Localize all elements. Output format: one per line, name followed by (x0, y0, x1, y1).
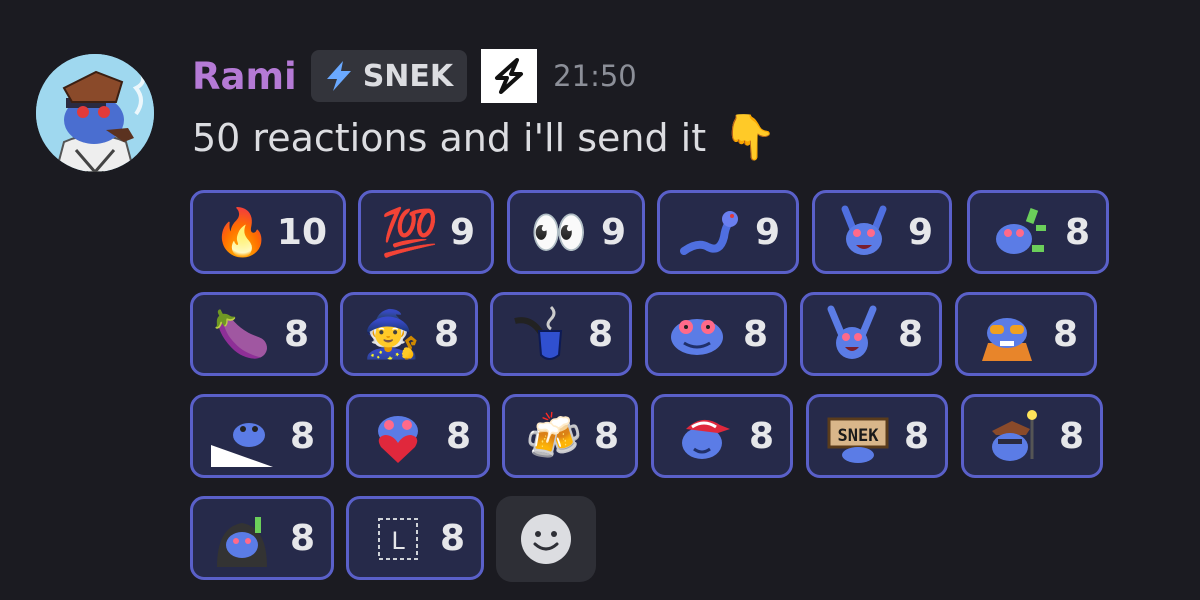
reaction-frog-hoodie[interactable]: 8 (190, 496, 334, 580)
reaction-count: 8 (289, 517, 315, 559)
reaction-count: 8 (1064, 211, 1090, 253)
guild-badge-icon[interactable] (481, 49, 538, 103)
reaction-count: 9 (600, 211, 626, 253)
mage-icon: 🧙 (363, 307, 421, 361)
reaction-frog-arms-up[interactable]: 8 (800, 292, 942, 376)
l-box-emoji-icon: L (367, 507, 429, 569)
reaction-count: 9 (449, 211, 475, 253)
reaction-fire[interactable]: 🔥 10 (190, 190, 346, 274)
reaction-frog-cheer[interactable]: 9 (812, 190, 952, 274)
reaction-eggplant[interactable]: 🍆 8 (190, 292, 328, 376)
reaction-count: 9 (754, 211, 780, 253)
eggplant-icon: 🍆 (213, 307, 271, 361)
reaction-frog-sunglasses[interactable]: 8 (955, 292, 1097, 376)
reaction-frog-wizard[interactable]: 8 (961, 394, 1103, 478)
reaction-count: 8 (289, 415, 315, 457)
reaction-count: 8 (445, 415, 471, 457)
reaction-frog-cap[interactable]: 8 (651, 394, 793, 478)
reaction-count: 8 (593, 415, 619, 457)
snek-sign-text: SNEK (838, 426, 880, 446)
username[interactable]: Rami (192, 55, 297, 98)
reaction-frog-heart[interactable]: 8 (346, 394, 490, 478)
reaction-snake[interactable]: 9 (657, 190, 799, 274)
reaction-count: 8 (742, 313, 768, 355)
reaction-count: 8 (897, 313, 923, 355)
pointing-down-icon: 👇 (722, 112, 777, 163)
eyes-icon: 👀 (530, 205, 588, 259)
frog-arms-up-emoji-icon (821, 303, 883, 365)
reaction-l-box[interactable]: L 8 (346, 496, 484, 580)
frog-cheer-emoji-icon (833, 201, 895, 263)
server-tag[interactable]: SNEK (310, 50, 468, 102)
snek-sign-emoji-icon: SNEK (827, 405, 889, 467)
reaction-count: 8 (1058, 415, 1084, 457)
user-avatar[interactable] (36, 54, 154, 172)
reaction-mage[interactable]: 🧙 8 (340, 292, 478, 376)
snake-emoji-icon (678, 201, 740, 263)
frog-cap-emoji-icon (672, 405, 734, 467)
reaction-count: 8 (439, 517, 465, 559)
l-box-text: L (391, 527, 405, 555)
pipe-emoji-icon (511, 303, 573, 365)
reaction-frog-peek[interactable]: 8 (190, 394, 334, 478)
frog-wizard-emoji-icon (982, 405, 1044, 467)
reaction-count: 10 (276, 211, 327, 253)
lightning-icon (326, 61, 351, 91)
frog-heart-emoji-icon (367, 405, 429, 467)
reaction-frog-money[interactable]: 8 (967, 190, 1109, 274)
fire-icon: 🔥 (213, 205, 271, 259)
reaction-snek-sign[interactable]: SNEK 8 (806, 394, 948, 478)
reaction-eyes[interactable]: 👀 9 (507, 190, 645, 274)
reaction-count: 9 (907, 211, 933, 253)
reaction-count: 8 (748, 415, 774, 457)
add-reaction-smiley-icon (521, 514, 571, 564)
add-reaction-button[interactable] (496, 496, 596, 582)
reaction-hundred[interactable]: 💯 9 (358, 190, 494, 274)
hundred-points-icon: 💯 (381, 205, 439, 259)
timestamp: 21:50 (553, 59, 637, 93)
frog-money-emoji-icon (988, 201, 1050, 263)
reaction-frog-face[interactable]: 8 (645, 292, 787, 376)
frog-peek-emoji-icon (211, 405, 273, 467)
message-header: Rami SNEK 21:50 (192, 49, 637, 103)
reaction-beer-mugs[interactable]: 🍻 8 (502, 394, 638, 478)
beer-mugs-icon: 🍻 (525, 409, 583, 463)
reaction-count: 8 (903, 415, 929, 457)
frog-sunglasses-emoji-icon (976, 303, 1038, 365)
frog-hoodie-emoji-icon (211, 507, 273, 569)
reaction-count: 8 (283, 313, 309, 355)
reaction-count: 8 (1052, 313, 1078, 355)
reaction-pipe[interactable]: 8 (490, 292, 632, 376)
reaction-count: 8 (433, 313, 459, 355)
message-content: 50 reactions and i'll send it 👇 (192, 112, 777, 163)
message-text: 50 reactions and i'll send it (192, 116, 707, 160)
server-tag-label: SNEK (362, 58, 454, 94)
reaction-count: 8 (587, 313, 613, 355)
frog-face-emoji-icon (666, 303, 728, 365)
